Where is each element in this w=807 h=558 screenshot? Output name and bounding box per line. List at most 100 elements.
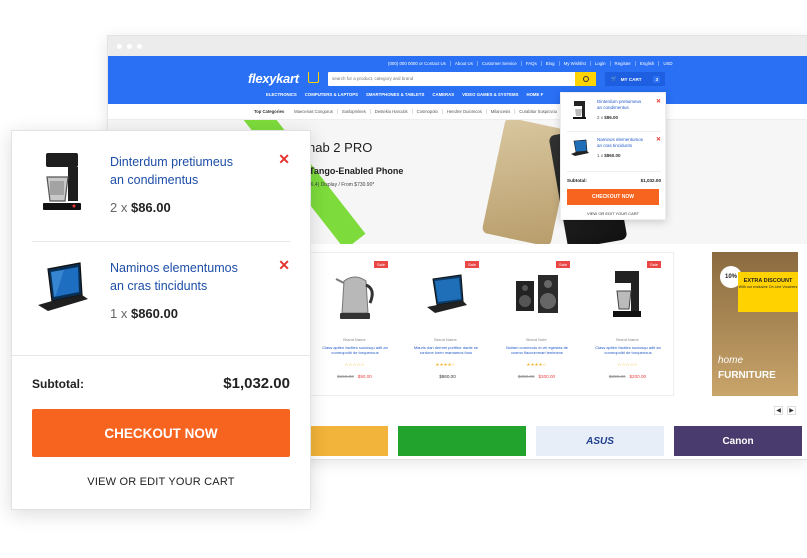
product-price: $280.00 $200.00 <box>582 374 673 379</box>
category-link[interactable]: Maecenas Congurus <box>290 109 338 114</box>
cart-count-badge: 3 <box>653 75 660 83</box>
window-dot[interactable] <box>137 43 142 49</box>
laptop-icon <box>38 262 88 311</box>
checkout-button[interactable]: CHECKOUT NOW <box>32 409 290 457</box>
store-logo[interactable]: flexykart <box>248 71 299 86</box>
category-link[interactable]: Hendrer Duiomcos <box>443 109 487 114</box>
remove-icon[interactable]: ✕ <box>278 151 290 168</box>
mini-cart-item-name[interactable]: Naminos elementumos an cras tincidunts <box>597 137 643 149</box>
subtotal-value: $1,032.00 <box>223 375 290 392</box>
top-categories-bar: Top Categories Maecenas Congurus Suslopm… <box>108 104 807 120</box>
top-link[interactable]: English <box>636 61 660 66</box>
top-link[interactable]: Login <box>591 61 611 66</box>
product-name[interactable]: Class aptlen facities sociosqu adit an c… <box>319 345 391 355</box>
product-name[interactable]: Class aptlen facities sociosqu adit an c… <box>592 345 664 355</box>
old-price: $150.00 <box>337 374 354 379</box>
nav-item[interactable]: COMPUTERS & LAPTOPS <box>305 92 358 97</box>
top-link[interactable]: Register <box>611 61 636 66</box>
window-dot[interactable] <box>127 43 132 49</box>
hero-subtitle: Tango-Enabled Phone <box>309 166 404 176</box>
rating-stars: ☆☆☆☆☆ <box>617 362 638 367</box>
item-name-line: an condimentus <box>110 173 199 187</box>
ad-home-text: home <box>718 355 744 366</box>
product-grid: Sale Brand Name Class aptlen facities so… <box>308 252 674 396</box>
remove-icon[interactable]: ✕ <box>278 257 290 274</box>
item-name-line: Naminos elementumos <box>110 261 238 275</box>
cart-item-name[interactable]: Dinterdum pretiumeus an condimentus <box>110 153 260 189</box>
search-input[interactable]: search for a product, category and brand <box>328 72 596 86</box>
nav-item[interactable]: ELECTRONICS <box>266 92 297 97</box>
browser-chrome <box>108 36 807 56</box>
chevron-left-icon[interactable]: ◀ <box>774 406 783 415</box>
product-card[interactable]: Sale Brand Nofe Nullam commodo er-ek ege… <box>491 253 582 397</box>
product-card[interactable]: Sale Brand Name Class aptlen facities so… <box>309 253 400 397</box>
category-link[interactable]: Curabitur Suspicvou <box>515 109 563 114</box>
laptop-icon <box>427 274 467 313</box>
qty-text: 1 x <box>597 153 604 158</box>
window-dot[interactable] <box>117 43 122 49</box>
item-name-line: an condimentus <box>597 104 629 110</box>
remove-icon[interactable]: ✕ <box>656 98 661 105</box>
canon-brand-tile[interactable]: Canon <box>674 426 802 456</box>
top-link[interactable]: Customer Service <box>478 61 522 66</box>
category-link[interactable]: Suslopmines <box>338 109 371 114</box>
divider <box>12 355 310 356</box>
asus-brand-tile[interactable]: ASUS <box>536 426 664 456</box>
furniture-ad[interactable]: 10% EXTRA DISCOUNT With our exclusive On… <box>712 252 798 396</box>
qty-text: 2 x <box>597 115 604 120</box>
category-link[interactable]: Milancesis <box>487 109 516 114</box>
brand-tile[interactable] <box>308 426 388 456</box>
top-link[interactable]: USD <box>659 61 676 66</box>
discount-banner: EXTRA DISCOUNT With our exclusive On Lin… <box>738 272 798 312</box>
screenshot-stage: (000) 000 0000 or Contact Us About Us Cu… <box>0 0 807 558</box>
top-link[interactable]: My Wishlist <box>560 61 591 66</box>
product-price: $380.00 $300.00 <box>491 374 582 379</box>
price-text: $860.00 <box>604 153 621 158</box>
mini-cart-item[interactable]: Dinterdum pretiumeus an condimentus 2 x $… <box>567 97 661 131</box>
cart-label: MY CART <box>620 76 642 82</box>
main-nav: ELECTRONICS COMPUTERS & LAPTOPS SMARTPHO… <box>266 92 543 97</box>
mini-cart-item[interactable]: Naminos elementumos an cras tincidunts 1 … <box>567 135 661 169</box>
item-name-line: Dinterdum pretiumeus <box>110 155 233 169</box>
mini-cart-item-name[interactable]: Dinterdum pretiumeus an condimentus <box>597 99 641 111</box>
cart-item-name[interactable]: Naminos elementumos an cras tincidunts <box>110 259 260 295</box>
product-name[interactable]: Mauris dan dermel porttitor dante se ror… <box>410 345 482 355</box>
nav-item[interactable]: VIDEO GAMES & SYSTEMS <box>462 92 518 97</box>
cart-item[interactable]: Naminos elementumos an cras tincidunts 1 … <box>32 237 290 337</box>
top-link[interactable]: About Us <box>451 61 478 66</box>
remove-icon[interactable]: ✕ <box>656 136 661 143</box>
top-link[interactable]: Blog <box>542 61 560 66</box>
mini-view-cart-link[interactable]: VIEW OR EDIT YOUR CART <box>567 211 659 216</box>
speakers-icon <box>516 275 558 313</box>
new-price: $200.00 <box>629 374 647 379</box>
my-cart-button[interactable]: 🛒 MY CART 3 <box>605 72 665 86</box>
subtotal-value: $1,032.00 <box>640 178 661 183</box>
nav-item[interactable]: CAMERAS <box>432 92 454 97</box>
top-link[interactable]: (000) 000 0000 or Contact Us <box>384 61 451 66</box>
ad-furniture-text: FURNITURE <box>718 370 776 381</box>
nav-item[interactable]: SMARTPHONES & TABLETS <box>366 92 424 97</box>
new-price: $860.00 <box>439 374 456 379</box>
discount-text: With our exclusive On Line Vouchers <box>738 285 798 290</box>
mini-cart-item-qty: 1 x $860.00 <box>597 153 621 158</box>
price-text: $86.00 <box>130 200 171 215</box>
top-link[interactable]: FAQs <box>522 61 542 66</box>
view-cart-link[interactable]: VIEW OR EDIT YOUR CART <box>32 476 290 488</box>
mini-checkout-button[interactable]: CHECKOUT NOW <box>567 189 659 205</box>
new-price: $300.00 <box>538 374 556 379</box>
product-card[interactable]: Sale Brand Name Mauris dan dermel portti… <box>400 253 491 397</box>
cart-logo-icon <box>308 72 319 83</box>
cart-item-qty: 1 x $860.00 <box>110 306 178 321</box>
nav-item[interactable]: HOME F <box>526 92 543 97</box>
search-button[interactable] <box>575 72 596 86</box>
xbox-brand-tile[interactable] <box>398 426 526 456</box>
item-name-line: an cras tincidunts <box>597 142 633 148</box>
divider <box>567 131 661 132</box>
category-link[interactable]: Destekio Harcutis <box>371 109 413 114</box>
top-categories-label: Top Categories <box>254 109 285 114</box>
category-link[interactable]: Cosmopolo <box>413 109 443 114</box>
product-name[interactable]: Nullam commodo er-ek egestas de cosmo fl… <box>501 345 573 355</box>
chevron-right-icon[interactable]: ▶ <box>787 406 796 415</box>
product-card[interactable]: Sale Brand Name Class aptlen facities so… <box>582 253 673 397</box>
cart-item[interactable]: Dinterdum pretiumeus an condimentus 2 x $… <box>32 131 290 231</box>
